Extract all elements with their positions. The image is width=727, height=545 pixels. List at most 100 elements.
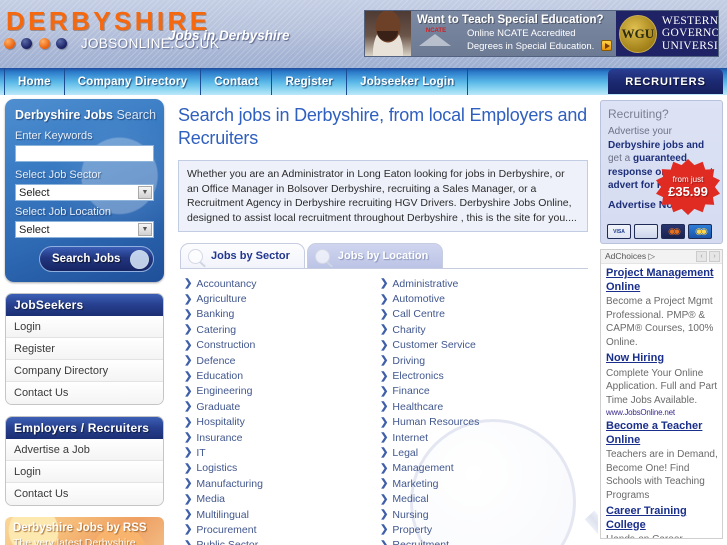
- chevron-down-icon[interactable]: ▼: [138, 223, 152, 236]
- ad-unit[interactable]: Project Management Online Become a Projec…: [601, 264, 722, 349]
- chevron-right-icon: ❯: [380, 447, 389, 459]
- jobseekers-link-login[interactable]: Login: [6, 316, 163, 338]
- sector-link[interactable]: ❯ Finance: [380, 384, 576, 399]
- job-sector-select[interactable]: Select ▼: [15, 184, 154, 201]
- ad-copy-area: Want to Teach Special Education? NCATE O…: [411, 11, 616, 56]
- sector-link-label: Administrative: [392, 277, 459, 290]
- adchoices-label[interactable]: AdChoices ▷: [605, 251, 655, 262]
- sector-link[interactable]: ❯ Multilingual: [184, 507, 380, 522]
- sector-link[interactable]: ❯ Insurance: [184, 430, 380, 445]
- sector-link[interactable]: ❯ Charity: [380, 322, 576, 337]
- sector-link[interactable]: ❯ Public Sector: [184, 538, 380, 545]
- recruiting-title: Recruiting?: [608, 107, 669, 121]
- search-jobs-button[interactable]: Search Jobs: [39, 246, 154, 272]
- chevron-right-icon: ❯: [380, 355, 389, 367]
- sector-link-label: Construction: [196, 339, 256, 352]
- tab-jobs-by-location-label: Jobs by Location: [337, 250, 429, 262]
- sector-link[interactable]: ❯ Administrative: [380, 276, 576, 291]
- search-title-bold: Derbyshire Jobs: [15, 108, 113, 122]
- jobseekers-link-contact-us[interactable]: Contact Us: [6, 382, 163, 404]
- sector-link[interactable]: ❯ Property: [380, 522, 576, 537]
- sector-link-label: IT: [196, 446, 206, 459]
- sector-link[interactable]: ❯ Internet: [380, 430, 576, 445]
- sector-link[interactable]: ❯ Customer Service: [380, 338, 576, 353]
- tab-jobs-by-sector[interactable]: Jobs by Sector: [180, 243, 305, 268]
- sector-link-label: Call Centre: [392, 308, 445, 321]
- next-ad-button[interactable]: ›: [709, 251, 720, 262]
- sector-link-label: Manufacturing: [196, 477, 263, 490]
- jobseekers-link-register[interactable]: Register: [6, 338, 163, 360]
- sector-link[interactable]: ❯ Accountancy: [184, 276, 380, 291]
- jobseekers-link-company-directory[interactable]: Company Directory: [6, 360, 163, 382]
- nav-item-contact[interactable]: Contact: [201, 68, 273, 95]
- chevron-down-icon[interactable]: ▼: [138, 186, 152, 199]
- sector-link[interactable]: ❯ Banking: [184, 307, 380, 322]
- employers-link-contact-us[interactable]: Contact Us: [6, 483, 163, 505]
- ad-unit[interactable]: Now Hiring Complete Your Online Applicati…: [601, 349, 722, 417]
- job-search-panel: Derbyshire Jobs Search Enter Keywords Se…: [5, 99, 164, 282]
- job-location-select[interactable]: Select ▼: [15, 221, 154, 238]
- chevron-right-icon: ❯: [184, 293, 193, 305]
- ad-unit-title[interactable]: Career Training College: [606, 505, 718, 532]
- price-amount: £35.99: [668, 184, 708, 199]
- sector-link[interactable]: ❯ Healthcare: [380, 399, 576, 414]
- banner-advertisement[interactable]: Want to Teach Special Education? NCATE O…: [364, 10, 719, 57]
- ad-unit-url[interactable]: www.JobsOnline.net: [606, 408, 718, 417]
- jobseekers-panel: JobSeekers Login Register Company Direct…: [5, 293, 164, 405]
- nav-item-jobseeker-login[interactable]: Jobseeker Login: [347, 68, 469, 95]
- nav-item-register[interactable]: Register: [272, 68, 348, 95]
- prev-ad-button[interactable]: ‹: [696, 251, 707, 262]
- nav-item-company-directory[interactable]: Company Directory: [65, 68, 202, 95]
- sector-link-label: Charity: [392, 323, 426, 336]
- ad-unit-title[interactable]: Become a Teacher Online: [606, 420, 718, 447]
- sector-link[interactable]: ❯ Marketing: [380, 476, 576, 491]
- ad-unit-title[interactable]: Project Management Online: [606, 267, 718, 294]
- sector-link[interactable]: ❯ Hospitality: [184, 415, 380, 430]
- sector-link[interactable]: ❯ Procurement: [184, 522, 380, 537]
- ad-unit-title[interactable]: Now Hiring: [606, 352, 718, 366]
- sector-link[interactable]: ❯ Automotive: [380, 291, 576, 306]
- ad-cta-arrow-icon[interactable]: [600, 40, 612, 51]
- adsense-block: AdChoices ▷ ‹ › Project Management Onlin…: [600, 249, 723, 539]
- search-keywords-input[interactable]: [15, 145, 154, 162]
- sector-link[interactable]: ❯ Management: [380, 461, 576, 476]
- sector-link[interactable]: ❯ Agriculture: [184, 291, 380, 306]
- sector-link[interactable]: ❯ Defence: [184, 353, 380, 368]
- sector-link[interactable]: ❯ Nursing: [380, 507, 576, 522]
- sector-link[interactable]: ❯ Human Resources: [380, 415, 576, 430]
- chevron-right-icon: ❯: [380, 385, 389, 397]
- sector-link[interactable]: ❯ Electronics: [380, 368, 576, 383]
- sector-link[interactable]: ❯ Call Centre: [380, 307, 576, 322]
- ad-unit[interactable]: Career Training CollegeHands-on Career: [601, 502, 722, 538]
- sector-link[interactable]: ❯ Driving: [380, 353, 576, 368]
- sector-link-label: Multilingual: [196, 508, 249, 521]
- ncate-logo-icon: NCATE: [413, 27, 459, 53]
- sector-link[interactable]: ❯ Logistics: [184, 461, 380, 476]
- sector-link[interactable]: ❯ Graduate: [184, 399, 380, 414]
- ad-unit-body: Become a Project Mgmt Professional. PMP®…: [606, 296, 714, 348]
- sector-link[interactable]: ❯ Education: [184, 368, 380, 383]
- tab-jobs-by-location[interactable]: Jobs by Location: [306, 243, 444, 268]
- sector-link[interactable]: ❯ Engineering: [184, 384, 380, 399]
- nav-item-home[interactable]: Home: [4, 68, 65, 95]
- ad-unit[interactable]: Become a Teacher Online Teachers are in D…: [601, 417, 722, 502]
- sector-link[interactable]: ❯ Media: [184, 491, 380, 506]
- sector-link[interactable]: ❯ Legal: [380, 445, 576, 460]
- sector-link-label: Marketing: [392, 477, 439, 490]
- jobseekers-heading: JobSeekers: [6, 294, 163, 316]
- sector-link[interactable]: ❯ Construction: [184, 338, 380, 353]
- employers-link-login[interactable]: Login: [6, 461, 163, 483]
- rss-promo-box[interactable]: Derbyshire Jobs by RSS The very latest D…: [5, 517, 164, 545]
- university-seal-icon: WGU: [618, 14, 657, 53]
- chevron-right-icon: ❯: [184, 385, 193, 397]
- sector-link[interactable]: ❯ IT: [184, 445, 380, 460]
- sector-link-label: Accountancy: [196, 277, 257, 290]
- advertiser-line-2: GOVERNORS: [661, 27, 718, 40]
- recruiters-button[interactable]: RECRUITERS: [608, 69, 723, 94]
- sector-link[interactable]: ❯ Medical: [380, 491, 576, 506]
- sector-link[interactable]: ❯ Recruitment: [380, 538, 576, 545]
- chevron-right-icon: ❯: [380, 478, 389, 490]
- employers-link-advertise-a-job[interactable]: Advertise a Job: [6, 439, 163, 461]
- sector-link[interactable]: ❯ Catering: [184, 322, 380, 337]
- sector-link[interactable]: ❯ Manufacturing: [184, 476, 380, 491]
